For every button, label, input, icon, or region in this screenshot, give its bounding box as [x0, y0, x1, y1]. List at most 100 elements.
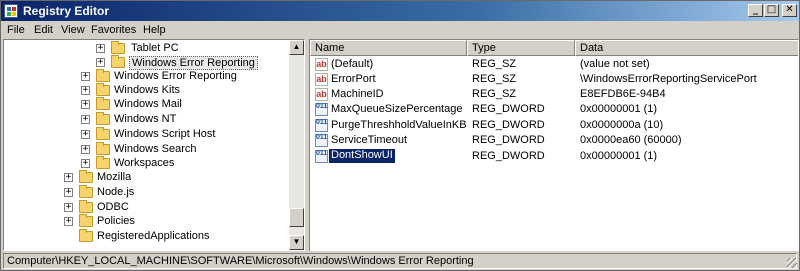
value-data: 0x0000ea60 (60000) — [580, 134, 682, 146]
folder-icon — [79, 170, 93, 183]
expand-toggle[interactable]: + — [64, 217, 73, 226]
tree-item-label: Windows Script Host — [114, 128, 216, 140]
folder-icon — [96, 69, 110, 82]
menu-edit[interactable]: Edit — [34, 24, 53, 36]
value-type: REG_DWORD — [472, 150, 545, 162]
expand-toggle[interactable]: + — [81, 130, 90, 139]
value-data: E8EFDB6E-94B4 — [580, 88, 666, 100]
tree-item-label: Windows Search — [114, 143, 197, 155]
folder-icon — [79, 185, 93, 198]
status-bar: Computer\HKEY_LOCAL_MACHINE\SOFTWARE\Mic… — [1, 253, 799, 270]
folder-icon — [96, 112, 110, 125]
column-header-data[interactable]: Data — [575, 40, 798, 56]
value-name: DontShowUI — [329, 149, 395, 163]
folder-icon — [79, 200, 93, 213]
folder-icon — [96, 97, 110, 110]
expand-toggle[interactable]: + — [81, 159, 90, 168]
value-name: MachineID — [331, 88, 384, 100]
value-row[interactable]: ab (Default) REG_SZ (value not set) — [310, 57, 798, 72]
value-type: REG_SZ — [472, 58, 517, 70]
value-row[interactable]: 011 ServiceTimeout REG_DWORD 0x0000ea60 … — [310, 133, 798, 148]
menu-view[interactable]: View — [61, 24, 85, 36]
value-type: REG_DWORD — [472, 103, 545, 115]
tree-item-label: Windows NT — [114, 113, 177, 125]
status-path: Computer\HKEY_LOCAL_MACHINE\SOFTWARE\Mic… — [3, 253, 797, 269]
tree-item-label: Node.js — [97, 186, 135, 198]
menu-bar: File Edit View Favorites Help — [1, 21, 799, 39]
column-header-name[interactable]: Name — [310, 40, 467, 56]
tree-item-label: Policies — [97, 215, 135, 227]
folder-icon — [111, 55, 125, 68]
tree-item-label: Windows Error Reporting — [114, 70, 237, 82]
tree-item-label: Tablet PC — [131, 42, 179, 54]
tree-item-label: ODBC — [97, 201, 129, 213]
column-header-type[interactable]: Type — [467, 40, 575, 56]
folder-icon — [96, 142, 110, 155]
value-row[interactable]: ab MachineID REG_SZ E8EFDB6E-94B4 — [310, 87, 798, 102]
value-row[interactable]: 011 MaxQueueSizePercentage REG_DWORD 0x0… — [310, 102, 798, 117]
maximize-button[interactable]: □ — [764, 4, 779, 17]
value-data: (value not set) — [580, 58, 650, 70]
tree-item-label: Mozilla — [97, 171, 132, 183]
value-name: ErrorPort — [331, 73, 376, 85]
expand-toggle[interactable]: + — [96, 44, 105, 53]
menu-favorites[interactable]: Favorites — [91, 24, 136, 36]
value-type: REG_DWORD — [472, 134, 545, 146]
value-type: REG_DWORD — [472, 119, 545, 131]
value-name: PurgeThreshholdValueInKB — [331, 119, 467, 131]
dword-value-icon: 011 — [315, 119, 328, 132]
expand-toggle[interactable]: + — [64, 203, 73, 212]
value-data: 0x00000001 (1) — [580, 103, 658, 115]
registry-editor-window: Registry Editor _ □ ✕ File Edit View Fav… — [0, 0, 800, 271]
value-row-selected[interactable]: 011 DontShowUI REG_DWORD 0x00000001 (1) — [310, 149, 798, 164]
value-data: \WindowsErrorReportingServicePort — [580, 73, 757, 85]
expand-toggle[interactable]: + — [81, 145, 90, 154]
folder-icon — [111, 41, 125, 54]
value-name: ServiceTimeout — [331, 134, 408, 146]
window-title: Registry Editor — [23, 4, 110, 18]
tree-item-label: Windows Kits — [114, 84, 181, 96]
value-name: (Default) — [331, 58, 374, 70]
expand-toggle[interactable]: + — [81, 100, 90, 109]
folder-icon — [96, 83, 110, 96]
minimize-button[interactable]: _ — [748, 4, 763, 17]
expand-toggle[interactable]: + — [96, 58, 105, 67]
expand-toggle[interactable]: + — [81, 86, 90, 95]
scroll-up-arrow-icon[interactable]: ▲ — [289, 40, 304, 55]
expand-toggle[interactable]: + — [81, 115, 90, 124]
dword-value-icon: 011 — [315, 150, 328, 163]
resize-grip-icon[interactable] — [787, 258, 797, 268]
tree-item-label: RegisteredApplications — [97, 230, 210, 242]
string-value-icon: ab — [315, 58, 328, 71]
value-row[interactable]: 011 PurgeThreshholdValueInKB REG_DWORD 0… — [310, 118, 798, 133]
title-bar[interactable]: Registry Editor _ □ ✕ — [1, 1, 799, 21]
string-value-icon: ab — [315, 88, 328, 101]
key-tree[interactable]: + Tablet PC + Windows Error Reporting + … — [3, 39, 305, 251]
close-button[interactable]: ✕ — [782, 4, 797, 17]
dword-value-icon: 011 — [315, 134, 328, 147]
dword-value-icon: 011 — [315, 103, 328, 116]
menu-file[interactable]: File — [7, 24, 25, 36]
folder-icon — [79, 214, 93, 227]
menu-help[interactable]: Help — [143, 24, 166, 36]
string-value-icon: ab — [315, 73, 328, 86]
value-data: 0x00000001 (1) — [580, 150, 658, 162]
value-type: REG_SZ — [472, 88, 517, 100]
scroll-down-arrow-icon[interactable]: ▼ — [289, 235, 304, 250]
tree-item-label: Workspaces — [114, 157, 175, 169]
expand-toggle[interactable]: + — [64, 173, 73, 182]
value-type: REG_SZ — [472, 73, 517, 85]
registry-editor-icon — [4, 4, 18, 18]
tree-item-label: Windows Mail — [114, 98, 182, 110]
values-list[interactable]: Name Type Data ab (Default) REG_SZ (valu… — [309, 39, 799, 251]
expand-toggle[interactable]: + — [81, 72, 90, 81]
folder-icon — [79, 229, 93, 242]
expand-toggle[interactable]: + — [64, 188, 73, 197]
value-row[interactable]: ab ErrorPort REG_SZ \WindowsErrorReporti… — [310, 72, 798, 87]
scrollbar-thumb[interactable] — [289, 208, 304, 227]
folder-icon — [96, 127, 110, 140]
tree-scrollbar[interactable]: ▲ ▼ — [289, 40, 304, 250]
folder-icon — [96, 156, 110, 169]
value-name: MaxQueueSizePercentage — [331, 103, 463, 115]
value-data: 0x0000000a (10) — [580, 119, 664, 131]
